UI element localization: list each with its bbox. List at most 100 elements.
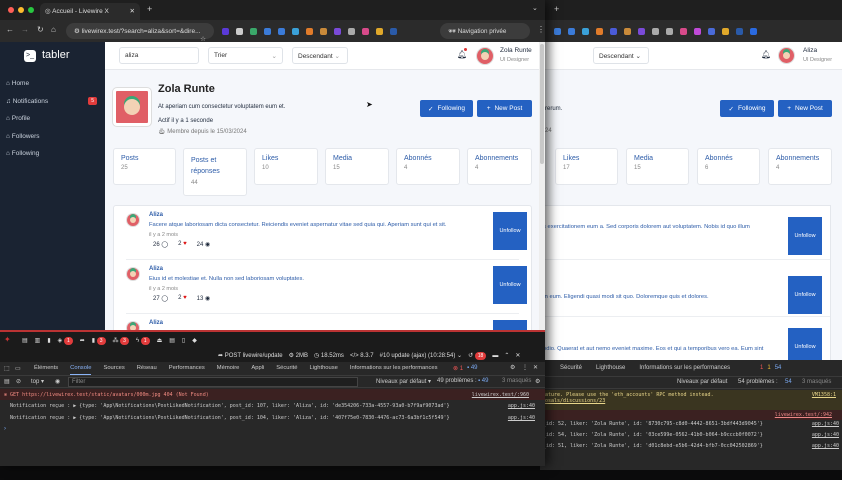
log-source[interactable]: app.js:40 <box>508 415 535 421</box>
likes-count[interactable]: 2 ♥ <box>178 241 187 248</box>
console-prompt[interactable]: › <box>4 426 6 432</box>
device-toolbar-icon[interactable]: ▭ <box>15 365 21 372</box>
log-source[interactable]: app.js:40 <box>812 443 839 449</box>
tag-tab-icon[interactable]: ◆ <box>192 337 197 344</box>
levels-dropdown[interactable]: Niveaux par défaut ▾ <box>376 378 431 385</box>
livewire-tab[interactable]: ϟ 1 <box>136 336 150 345</box>
stat-card-likes[interactable]: Likes 10 <box>254 148 318 185</box>
devtools-tab[interactable]: Lighthouse <box>596 365 625 371</box>
stat-card-abonnements[interactable]: Abonnements 4 <box>768 148 832 185</box>
stat-card-likes[interactable]: Likes 17 <box>555 148 618 185</box>
new-post-button[interactable]: + New Post <box>477 100 532 117</box>
warning-link[interactable]: osals/discussions/23 <box>545 398 837 404</box>
direction-select[interactable]: Descendant ⌄ <box>593 47 649 64</box>
back-icon[interactable]: ← <box>6 25 14 34</box>
menu-icon[interactable]: ⋮ <box>537 25 545 34</box>
inspect-icon[interactable]: ⬚ <box>4 365 10 372</box>
queries-tab[interactable]: ▮ 3 <box>92 337 106 345</box>
page-scrollbar[interactable] <box>539 42 545 330</box>
post-author[interactable]: Aliza <box>149 266 163 272</box>
devtools-tab-memory[interactable]: Mémoire <box>217 365 240 375</box>
route-tab-icon[interactable]: ➦ <box>80 337 85 344</box>
comments-count[interactable]: 26 ◯ <box>153 241 168 248</box>
live-expression-eye-icon[interactable]: ◉ <box>55 378 60 385</box>
message-count[interactable]: ▪ 49 <box>467 365 477 372</box>
devtools-tab-security[interactable]: Sécurité <box>276 365 297 375</box>
avatar[interactable] <box>476 47 494 65</box>
forward-icon[interactable]: → <box>21 25 29 34</box>
post-text[interactable]: Eius id et molestiae et. Nulla non sed l… <box>149 276 304 282</box>
stat-card-posts[interactable]: Posts 25 <box>113 148 176 185</box>
problems-count[interactable]: 54 <box>785 379 792 385</box>
close-window-button[interactable] <box>8 7 14 13</box>
sidebar-item-notifications[interactable]: ♫ Notifications 5 <box>6 96 100 116</box>
post-author[interactable]: Aliza <box>149 212 163 218</box>
stat-card-abonnements[interactable]: Abonnements 4 <box>467 148 532 185</box>
request-select[interactable]: #10 update (ajax) (10:28:54) ⌄ <box>380 352 462 359</box>
views-tab[interactable]: ◈ 1 <box>58 337 73 345</box>
stat-card-abonnes[interactable]: Abonnés 4 <box>396 148 460 185</box>
log-source[interactable]: app.js:40 <box>508 403 535 409</box>
devtools-tab[interactable]: Sécurité <box>560 365 582 371</box>
exceptions-tab-icon[interactable]: ▮ <box>47 337 50 344</box>
history-button[interactable]: ↺ 18 <box>468 352 487 360</box>
log-text[interactable]: Notification reçue : ▶ {type: 'App\Notif… <box>10 415 450 421</box>
context-select[interactable]: top ▾ <box>31 378 44 385</box>
stat-card-posts-replies[interactable]: Posts et réponses 44 <box>183 148 247 196</box>
following-button[interactable]: ✓ Following <box>420 100 473 117</box>
close-devtools-icon[interactable]: ✕ <box>533 364 538 371</box>
home-icon[interactable]: ⌂ <box>51 25 56 34</box>
address-bar[interactable]: ⚙ livewirex.test/?search=aliza&sort=&dir… <box>66 23 214 43</box>
request-tab-icon[interactable]: ▤ <box>169 337 175 344</box>
error-count[interactable]: 1 <box>760 365 763 371</box>
laravel-logo-icon[interactable]: ✦ <box>4 335 11 344</box>
sidebar-toggle-icon[interactable]: ▤ <box>4 378 10 385</box>
post-text[interactable]: Facere atque laboriosam dicta consectetu… <box>149 222 446 228</box>
maximize-icon[interactable]: ⌃ <box>504 352 509 359</box>
unfollow-button[interactable]: Unfollow <box>493 212 527 250</box>
sidebar-item-profile[interactable]: ⌂ Profile <box>6 115 100 133</box>
open-folder-icon[interactable]: ▬ <box>492 353 498 359</box>
tab-search-icon[interactable]: ⌄ <box>532 4 538 12</box>
log-source[interactable]: livewirex.test/:960 <box>472 392 529 398</box>
warning-source[interactable]: VM1358:1 <box>812 392 836 398</box>
stat-card-abonnes[interactable]: Abonnés 6 <box>697 148 760 185</box>
devtools-tab-lighthouse[interactable]: Lighthouse <box>310 365 338 375</box>
sidebar-item-home[interactable]: ⌂ Home <box>6 80 100 98</box>
devtools-tab-performance[interactable]: Performances <box>169 365 205 375</box>
sidebar-item-followers[interactable]: ⌂ Followers <box>6 133 100 151</box>
levels-dropdown[interactable]: Niveaux par défaut <box>677 379 727 385</box>
devtools-tab[interactable]: Informations sur les performances <box>639 365 730 371</box>
more-icon[interactable]: ⋮ <box>522 364 528 371</box>
console-filter-input[interactable]: Filter <box>68 377 358 387</box>
close-tab-icon[interactable]: ✕ <box>130 7 135 15</box>
settings-icon[interactable]: ⚙ <box>510 364 515 371</box>
following-button[interactable]: ✓ Following <box>720 100 774 117</box>
browser-tab[interactable]: ◎ Accueil - Livewire X ✕ <box>40 3 140 20</box>
error-source[interactable]: livewirex.test/:942 <box>775 412 832 418</box>
devtools-tab-application[interactable]: Appli <box>251 365 264 375</box>
session-tab-icon[interactable]: ⏏ <box>157 337 163 344</box>
log-source[interactable]: app.js:40 <box>812 432 839 438</box>
reload-icon[interactable]: ↻ <box>37 25 44 34</box>
post-author[interactable]: Aliza <box>149 320 163 326</box>
likes-count[interactable]: 2 ♥ <box>178 295 187 302</box>
unfollow-button[interactable]: Unfollow <box>493 266 527 304</box>
direction-select[interactable]: Descendant ⌄ <box>292 47 348 64</box>
clear-console-icon[interactable]: ⊘ <box>16 378 21 385</box>
extensions[interactable] <box>222 28 404 37</box>
minimize-window-button[interactable] <box>18 7 24 13</box>
devtools-tab-sources[interactable]: Sources <box>103 365 124 375</box>
devtools-tab-elements[interactable]: Éléments <box>34 365 58 375</box>
bell-icon[interactable]: 🔔︎ <box>761 50 771 59</box>
bell-icon[interactable]: 🔔︎ <box>457 50 467 59</box>
stat-card-media[interactable]: Media 15 <box>325 148 389 185</box>
unfollow-button[interactable]: Unfollow <box>788 217 822 255</box>
close-icon[interactable]: ✕ <box>515 352 520 359</box>
models-tab[interactable]: ⁂ 3 <box>113 337 129 345</box>
search-input[interactable]: aliza <box>119 47 199 64</box>
warning-count[interactable]: 1 <box>767 365 770 371</box>
sort-select[interactable]: Trier ⌄ <box>208 47 283 64</box>
config-tab-icon[interactable]: ▯ <box>182 337 185 344</box>
log-source[interactable]: app.js:40 <box>812 421 839 427</box>
